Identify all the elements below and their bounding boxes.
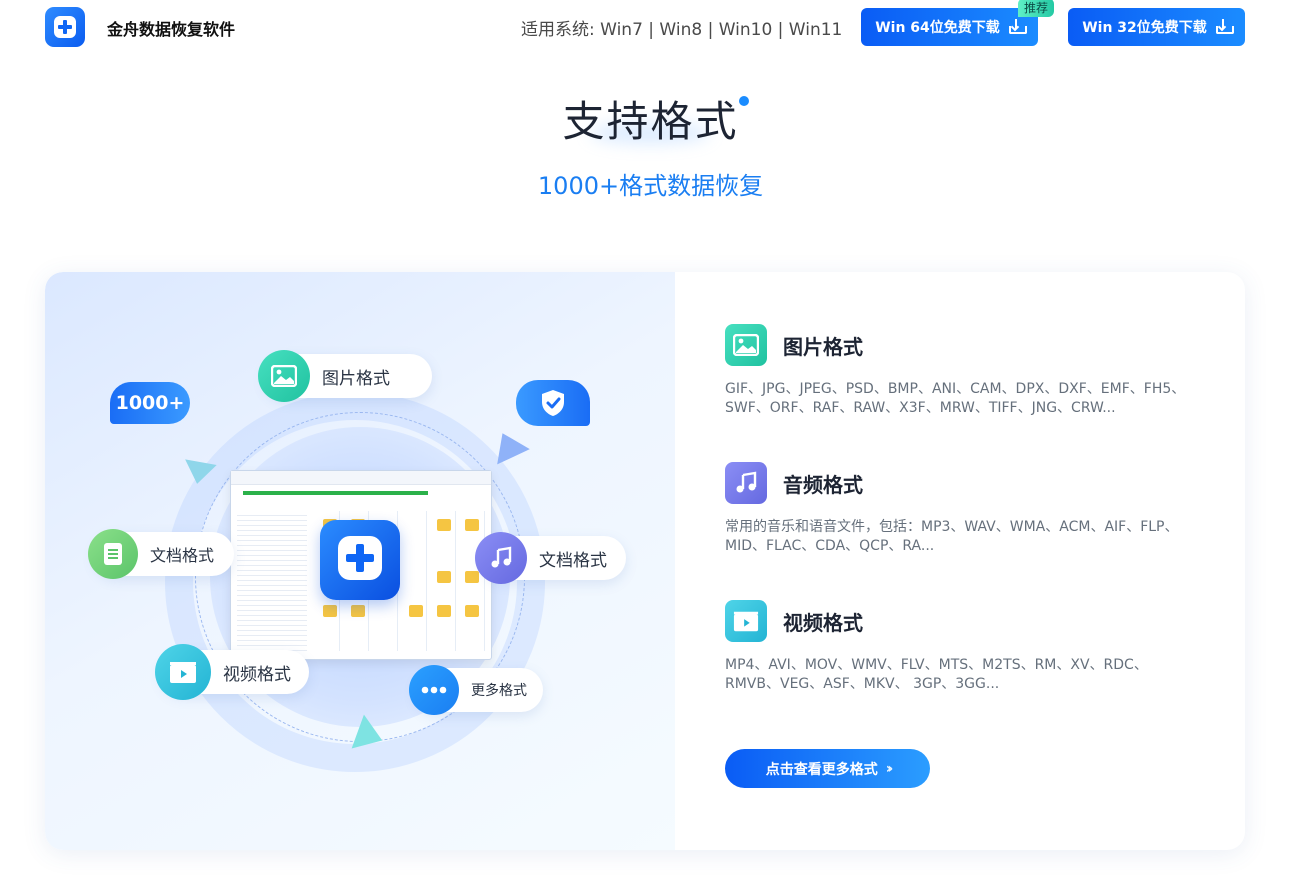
view-more-label: 点击查看更多格式: [765, 761, 878, 778]
pill-doc-label: 文档格式: [150, 546, 215, 565]
video-icon: [155, 644, 211, 700]
scan-progress: [243, 491, 428, 495]
folder-icon: [437, 571, 451, 583]
pill-more-label: 更多格式: [471, 683, 527, 699]
brand-name[interactable]: 金舟数据恢复软件: [107, 16, 235, 40]
formats-illustration: 1000+ 图片格式 文档格式 文档格式 视频格式 更多格式: [45, 272, 675, 850]
supported-systems: 适用系统: Win7 | Win8 | Win10 | Win11: [521, 20, 843, 40]
view-more-formats-button[interactable]: 点击查看更多格式 ››: [725, 749, 930, 788]
image-icon: [258, 350, 310, 402]
download-32-button[interactable]: Win 32位免费下载: [1068, 8, 1245, 46]
pill-audio-format: 文档格式: [475, 532, 626, 584]
music-icon: [725, 462, 767, 504]
pill-image-format: 图片格式: [258, 350, 432, 402]
download-icon: [1008, 19, 1027, 35]
music-icon: [475, 532, 527, 584]
pill-image-label: 图片格式: [322, 368, 390, 389]
title-dot: [739, 96, 749, 106]
video-icon: [725, 600, 767, 642]
folder-icon: [437, 605, 451, 617]
image-icon: [725, 324, 767, 366]
chevron-right-icon: ››: [885, 760, 893, 777]
formats-card: 1000+ 图片格式 文档格式 文档格式 视频格式 更多格式 图片格式 GIF、…: [45, 272, 1245, 850]
download-32-label: Win 32位免费下载: [1082, 20, 1207, 36]
more-dots-icon: [409, 665, 459, 715]
format-audio-title: 音频格式: [783, 472, 863, 497]
download-64-label: Win 64位免费下载: [875, 20, 1000, 36]
folder-icon: [465, 519, 479, 531]
window-titlebar: [231, 471, 491, 485]
folder-icon: [437, 519, 451, 531]
folder-icon: [465, 605, 479, 617]
section-subtitle: 1000+格式数据恢复: [537, 172, 764, 200]
folder-icon: [351, 605, 365, 617]
pill-video-label: 视频格式: [223, 664, 291, 685]
shield-check-icon: [516, 380, 590, 426]
folder-icon: [465, 571, 479, 583]
folder-icon: [409, 605, 423, 617]
file-tree: [237, 511, 307, 651]
recommend-badge: 推荐: [1018, 0, 1055, 17]
pill-video-format: 视频格式: [155, 644, 309, 700]
app-logo-icon[interactable]: [45, 7, 85, 47]
format-audio: 音频格式 常用的音乐和语音文件，包括：MP3、WAV、WMA、ACM、AIF、F…: [725, 462, 1195, 556]
format-image-desc: GIF、JPG、JPEG、PSD、BMP、ANI、CAM、DPX、DXF、EMF…: [725, 381, 1186, 416]
document-icon: [88, 529, 138, 579]
pill-more-format: 更多格式: [409, 665, 543, 715]
folder-icon: [323, 605, 337, 617]
arrow-head-icon: [181, 459, 217, 487]
download-icon: [1215, 19, 1234, 35]
format-image: 图片格式 GIF、JPG、JPEG、PSD、BMP、ANI、CAM、DPX、DX…: [725, 324, 1195, 418]
format-video: 视频格式 MP4、AVI、MOV、WMV、FLV、MTS、M2TS、RM、XV、…: [725, 600, 1195, 694]
download-64-button[interactable]: Win 64位免费下载: [861, 8, 1038, 46]
top-header: 金舟数据恢复软件 适用系统: Win7 | Win8 | Win10 | Win…: [0, 0, 1301, 56]
format-video-desc: MP4、AVI、MOV、WMV、FLV、MTS、M2TS、RM、XV、RDC、R…: [725, 657, 1148, 692]
pill-doc-format: 文档格式: [88, 529, 234, 579]
format-image-title: 图片格式: [783, 334, 863, 359]
format-video-title: 视频格式: [783, 610, 863, 635]
pill-audio-label: 文档格式: [539, 550, 607, 571]
format-audio-desc: 常用的音乐和语音文件，包括：MP3、WAV、WMA、ACM、AIF、FLP、MI…: [725, 519, 1179, 554]
count-tag: 1000+: [110, 382, 190, 424]
app-logo-large-icon: [320, 520, 400, 600]
section-title: 支持格式: [562, 97, 739, 146]
